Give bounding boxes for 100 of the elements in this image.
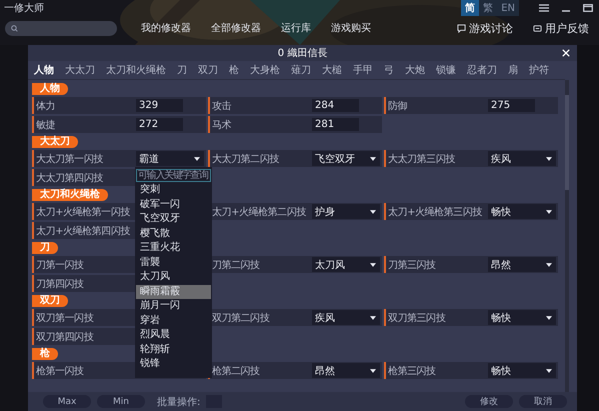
setting-label: 体力 (35, 100, 56, 112)
dialog-title: 0 織田信長 (278, 46, 328, 60)
tab[interactable]: 护符 (527, 63, 551, 77)
caret-icon (546, 156, 552, 160)
tab[interactable]: 薙刀 (289, 63, 313, 77)
number-field[interactable]: 275 (488, 99, 535, 112)
tab[interactable]: 忍者刀 (465, 63, 499, 77)
select-field[interactable]: 畅快 (488, 363, 556, 378)
caret-icon (546, 262, 552, 266)
search-icon (11, 24, 18, 32)
setting-label: 刀第一闪技 (35, 258, 85, 272)
dropdown-option[interactable]: 太刀风 (136, 270, 211, 284)
nav-link[interactable]: 游戏购买 (331, 21, 371, 35)
dropdown-option[interactable]: 烈风晨 (136, 328, 211, 342)
setting-label: 太刀+火绳枪第四闪技 (35, 224, 131, 238)
section-header: 人物 (32, 83, 68, 95)
select-field[interactable]: 飞空双牙 (312, 151, 380, 166)
setting-label: 大太刀第四闪技 (35, 172, 104, 184)
setting-label: 刀第二闪技 (211, 258, 261, 272)
tab[interactable]: 锁镰 (434, 63, 458, 77)
number-field[interactable]: 281 (312, 118, 359, 131)
dropdown-option[interactable]: 穿岩 (136, 314, 211, 328)
setting-label: 枪第一闪技 (35, 364, 85, 378)
menu-icon[interactable] (539, 4, 549, 12)
dropdown-option[interactable]: 飞空双牙 (136, 212, 211, 226)
dropdown-option[interactable]: 雷襲 (136, 256, 211, 270)
section-header: 枪 (32, 348, 58, 360)
dropdown-option[interactable]: 瞬雨霜霰 (136, 284, 211, 299)
dropdown-option[interactable]: 轮翔斩 (136, 342, 211, 357)
caret-icon (370, 316, 376, 320)
setting-label: 防御 (387, 100, 408, 112)
setting-label: 太刀+火绳枪第三闪技 (387, 206, 483, 218)
caret-icon (370, 262, 376, 266)
footer-button[interactable]: Max (43, 395, 91, 408)
setting-label: 刀第三闪技 (387, 258, 437, 272)
setting-label: 双刀第三闪技 (387, 312, 446, 324)
tab[interactable]: 枪 (227, 63, 241, 77)
tab[interactable]: 双刀 (196, 63, 220, 77)
tab[interactable]: 大槌 (320, 63, 344, 77)
tab[interactable]: 大身枪 (248, 63, 282, 77)
header-link[interactable]: 游戏讨论 (457, 20, 513, 36)
number-field[interactable]: 284 (312, 99, 359, 112)
caret-icon (546, 316, 552, 320)
section-header: 大太刀 (32, 136, 78, 148)
language-button[interactable]: 简 (461, 0, 480, 16)
number-field[interactable]: 329 (136, 99, 183, 112)
select-field[interactable]: 昂然 (488, 257, 556, 272)
select-field[interactable]: 护身 (312, 204, 380, 219)
dropdown-option[interactable]: 锐锋 (136, 357, 211, 372)
tab[interactable]: 大炮 (403, 63, 427, 77)
language-button[interactable]: EN (497, 0, 519, 16)
setting-label: 太刀+火绳枪第二闪技 (211, 206, 307, 218)
select-field[interactable]: 昂然 (312, 363, 380, 378)
select-field[interactable]: 畅快 (488, 204, 556, 219)
setting-label: 双刀第二闪技 (211, 312, 270, 324)
setting-label: 敏捷 (35, 118, 56, 132)
select-field[interactable]: 疾风 (312, 310, 380, 325)
section-header: 刀 (32, 242, 58, 254)
section-header: 双刀 (32, 295, 68, 307)
number-field[interactable]: 272 (136, 118, 183, 131)
dropdown-option[interactable]: 突刺 (136, 183, 211, 198)
tab[interactable]: 弓 (382, 63, 396, 77)
caret-icon (370, 368, 376, 372)
setting-label: 攻击 (211, 100, 232, 112)
setting-label: 双刀第四闪技 (35, 330, 94, 344)
setting-label: 大太刀第三闪技 (387, 152, 456, 166)
dropdown-option[interactable]: 三重火花 (136, 241, 211, 256)
tab[interactable]: 太刀和火绳枪 (104, 63, 168, 77)
language-button[interactable]: 繁 (479, 0, 498, 16)
link-label: 用户反馈 (545, 20, 589, 36)
dropdown-option[interactable]: 崩月一闪 (136, 299, 211, 314)
message-icon (533, 24, 542, 32)
select-field[interactable]: 霸道 (136, 151, 204, 166)
caret-icon (546, 368, 552, 372)
dropdown-option[interactable]: 破军一闪 (136, 198, 211, 212)
dropdown-option[interactable]: 樱飞散 (136, 226, 211, 241)
setting-label: 刀第四闪技 (35, 278, 85, 290)
search-field[interactable] (5, 20, 117, 36)
footer-button[interactable]: 修改 (465, 395, 513, 408)
batch-label: 批量操作: (157, 396, 200, 408)
footer-button[interactable]: 取消 (519, 395, 567, 408)
footer-button[interactable]: Min (97, 395, 145, 408)
tab[interactable]: 刀 (175, 63, 189, 77)
setting-label: 枪第三闪技 (387, 364, 437, 378)
close-icon[interactable] (562, 49, 570, 57)
link-label: 游戏讨论 (469, 20, 513, 36)
nav-link[interactable]: 全部修改器 (211, 21, 261, 35)
maximize-icon[interactable] (583, 4, 593, 12)
nav-link[interactable]: 我的修改器 (141, 21, 191, 35)
tab[interactable]: 扇 (506, 63, 520, 77)
header-link[interactable]: 用户反馈 (533, 20, 589, 36)
tab[interactable]: 人物 (32, 63, 56, 77)
select-field[interactable]: 太刀风 (312, 257, 380, 272)
tab[interactable]: 手甲 (351, 63, 375, 77)
select-field[interactable]: 疾风 (488, 151, 556, 166)
select-field[interactable]: 畅快 (488, 310, 556, 325)
tab[interactable]: 大太刀 (63, 63, 97, 77)
nav-link[interactable]: 运行库 (281, 21, 311, 35)
setting-label: 太刀+火绳枪第一闪技 (35, 206, 131, 218)
caret-icon (546, 210, 552, 214)
